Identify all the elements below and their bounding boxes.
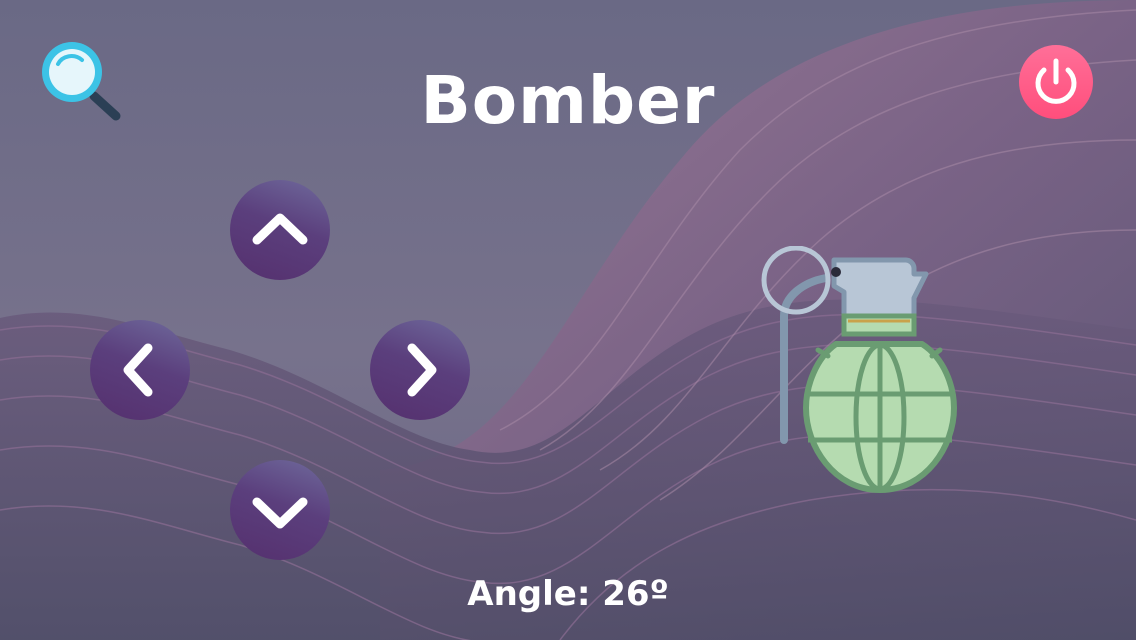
power-icon [1019,45,1093,119]
page-title: Bomber [420,62,716,139]
chevron-down-icon [252,497,308,529]
chevron-up-icon [252,213,308,245]
right-button[interactable] [370,320,470,420]
left-button[interactable] [90,320,190,420]
chevron-right-icon [407,343,437,397]
chevron-left-icon [123,343,153,397]
down-button[interactable] [230,460,330,560]
power-button[interactable] [1018,44,1094,120]
angle-readout: Angle: 26º [467,574,669,614]
up-button[interactable] [230,180,330,280]
grenade-icon [761,246,957,493]
